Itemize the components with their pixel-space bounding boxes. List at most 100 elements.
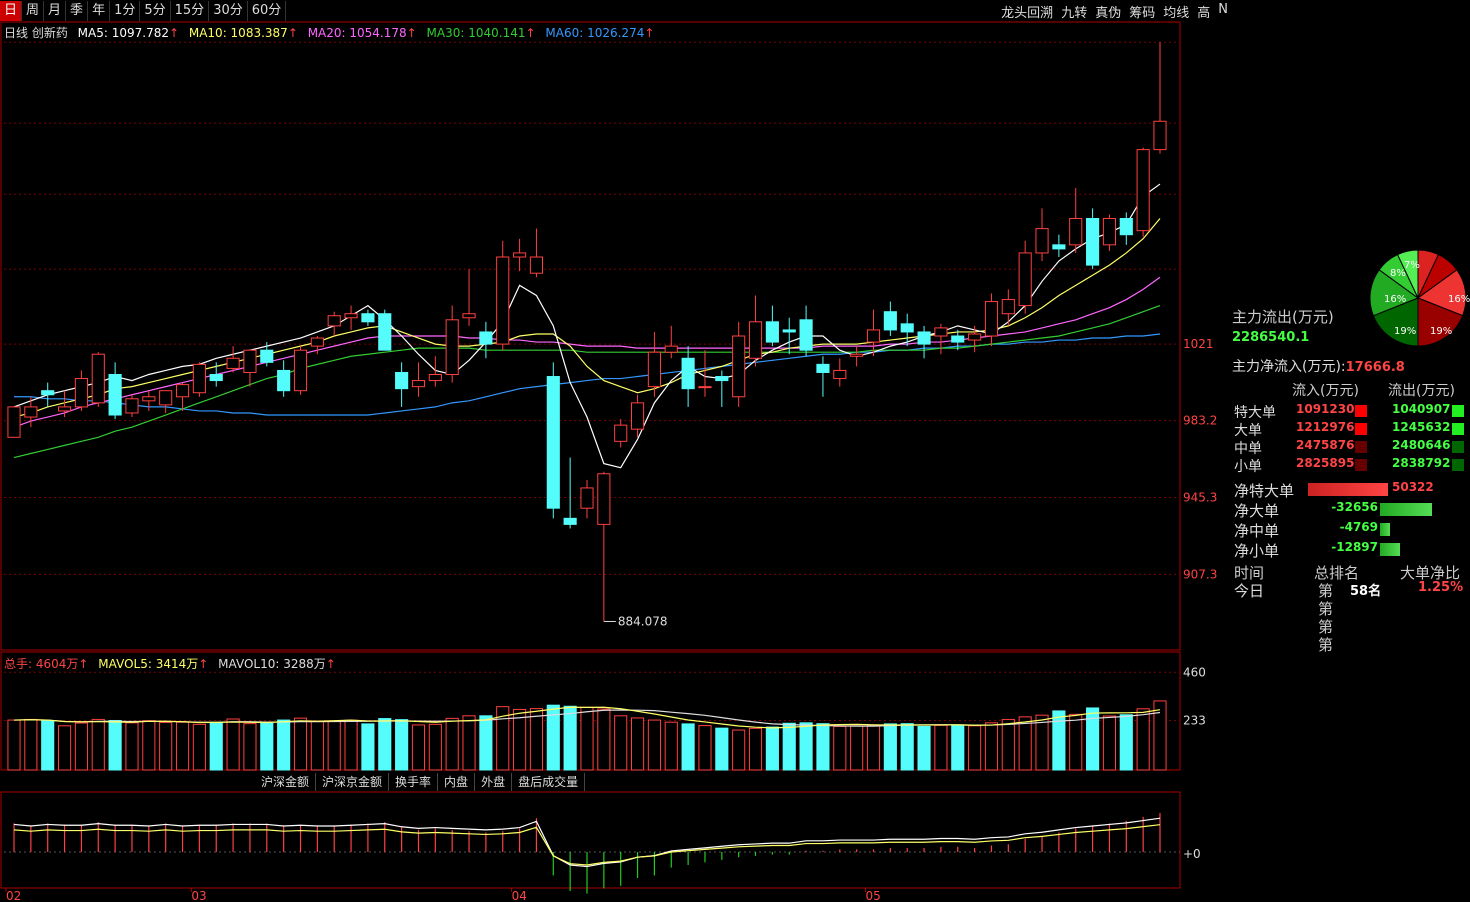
candle-body xyxy=(698,386,712,389)
in-swatch xyxy=(1355,459,1367,471)
indicator-tab[interactable]: 外盘 xyxy=(475,773,513,791)
net-row-label: 净大单 xyxy=(1234,502,1280,520)
volume-bar xyxy=(74,722,88,771)
volume-bar xyxy=(984,722,999,771)
indicator-tab[interactable]: 内盘 xyxy=(438,773,476,791)
pie-label: 8% xyxy=(1390,268,1406,279)
indicator-tab[interactable]: 沪深金额 xyxy=(255,773,317,791)
candle-body xyxy=(243,349,257,373)
volume-bar xyxy=(361,723,375,771)
volume-bar xyxy=(327,720,341,771)
volume-bar xyxy=(630,717,645,771)
rank-prefix: 第 xyxy=(1318,636,1334,654)
candle-body xyxy=(192,363,206,394)
candle-body xyxy=(984,301,999,337)
in-swatch xyxy=(1355,441,1367,453)
in-swatch xyxy=(1355,423,1367,435)
candle-body xyxy=(799,319,813,351)
indicator-tab[interactable]: 盘后成交量 xyxy=(512,773,586,791)
volume-tick-label: 460 xyxy=(1183,665,1206,679)
volume-bar xyxy=(1086,707,1100,771)
month-label: 02 xyxy=(6,889,21,902)
price-tick-label: 907.3 xyxy=(1183,567,1217,581)
volume-bar xyxy=(1069,713,1083,771)
volume-bar xyxy=(159,721,173,771)
flow-out-value: 2838792 xyxy=(1392,456,1451,470)
rank-prefix: 第 xyxy=(1318,618,1334,636)
flow-out-value: 1040907 xyxy=(1392,402,1451,416)
volume-bar xyxy=(883,723,897,771)
volume-bar xyxy=(7,719,21,771)
candle-body xyxy=(968,333,982,341)
indicator-zero-label: +0 xyxy=(1183,847,1201,861)
candle-body xyxy=(917,331,931,345)
candle-body xyxy=(900,323,914,333)
flow-row-label: 小单 xyxy=(1234,459,1262,475)
volume-bar xyxy=(1035,714,1049,771)
volume-bar xyxy=(732,729,746,771)
candle-body xyxy=(479,331,493,345)
candle-body xyxy=(125,398,139,414)
candle-body xyxy=(765,321,779,343)
candle-body xyxy=(681,357,695,390)
candle-body xyxy=(108,373,122,416)
candle-body xyxy=(41,390,55,396)
volume-bar xyxy=(799,722,813,771)
indicator-tab[interactable]: 沪深京金额 xyxy=(316,773,390,791)
flow-in-value: 1212976 xyxy=(1296,420,1355,434)
volume-bar xyxy=(91,718,105,771)
volume-bar xyxy=(344,719,358,771)
candle-body xyxy=(883,311,897,331)
pie-label: 16% xyxy=(1448,294,1470,305)
candle-body xyxy=(395,371,409,390)
pie-label: 16% xyxy=(1384,294,1406,305)
candle-body xyxy=(445,319,459,375)
volume-bar xyxy=(243,723,257,771)
candle-body xyxy=(1018,252,1032,307)
candle-body xyxy=(411,380,426,388)
flow-row-label: 中单 xyxy=(1234,441,1262,457)
volume-bar xyxy=(277,719,291,771)
volume-bar xyxy=(1136,708,1150,771)
volume-tick-label: 233 xyxy=(1183,713,1206,727)
net-bar xyxy=(1380,523,1390,536)
volume-bar xyxy=(1018,716,1032,771)
outflow-title: 主力流出(万元) xyxy=(1232,308,1334,326)
volume-bar xyxy=(192,723,206,771)
price-tick-label: 1021 xyxy=(1183,337,1214,351)
volume-bar xyxy=(175,721,190,771)
out-swatch xyxy=(1452,441,1464,453)
candle-body xyxy=(496,256,510,345)
candle-body xyxy=(850,353,864,357)
candle-body xyxy=(277,369,291,392)
volume-bar xyxy=(529,708,544,771)
volume-bar xyxy=(597,708,611,771)
rank-prefix: 第 xyxy=(1318,600,1334,618)
candle-body xyxy=(327,315,341,327)
candle-body xyxy=(91,353,105,404)
volume-bar xyxy=(445,717,459,771)
volume-bar xyxy=(917,725,931,771)
net-row-label: 净特大单 xyxy=(1234,482,1295,500)
candle-body xyxy=(546,376,560,509)
price-tick-label: 983.2 xyxy=(1183,414,1217,428)
indicator-tab[interactable]: 换手率 xyxy=(389,773,439,791)
flow-out-value: 2480646 xyxy=(1392,438,1451,452)
volume-bar xyxy=(833,725,847,771)
volume-bar xyxy=(866,724,881,771)
candle-body xyxy=(732,335,746,398)
kline-chart[interactable]: 1021 983.2 945.3 907.3 884.078 460 233 +0 02 03 04… xyxy=(0,0,1232,902)
net-inflow: 主力净流入(万元):17666.8 xyxy=(1232,359,1405,375)
candle-body xyxy=(1052,244,1066,250)
volume-bar xyxy=(24,718,38,771)
volume-bar xyxy=(260,722,274,771)
rank-row: 今日 第 58名 1.25% xyxy=(1234,580,1464,600)
candle-body xyxy=(833,369,847,380)
volume-bar xyxy=(715,727,729,771)
flow-row: 大单 1212976 1245632 xyxy=(1232,420,1470,439)
volume-bar xyxy=(428,723,442,771)
net-flow-row: 净特大单 50322 xyxy=(1232,480,1470,500)
candle-body xyxy=(664,345,678,353)
flow-in-value: 1091230 xyxy=(1296,402,1355,416)
volume-bar xyxy=(782,722,796,771)
